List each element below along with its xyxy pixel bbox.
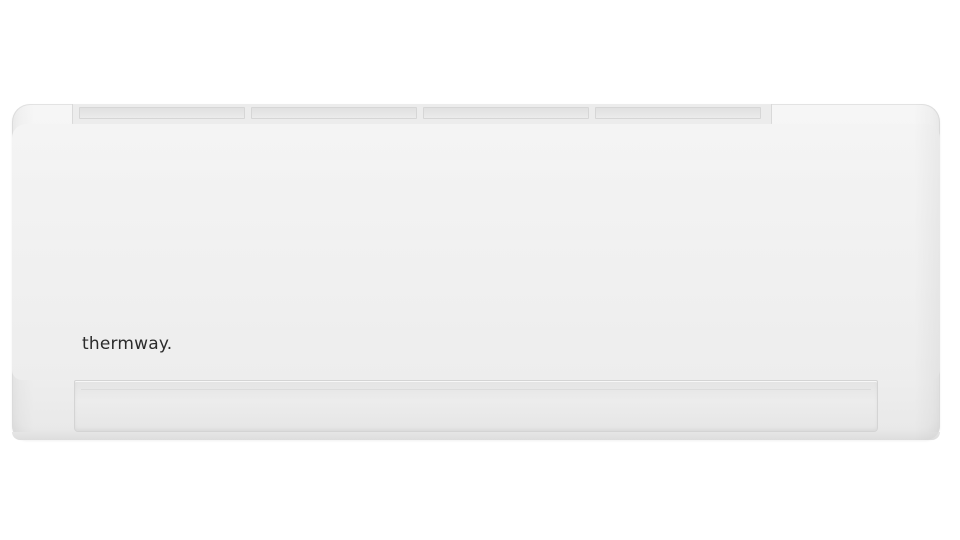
grille-slot xyxy=(423,107,589,119)
grille-slot xyxy=(79,107,245,119)
grille-slot xyxy=(595,107,761,119)
brand-logo: thermway. xyxy=(82,334,173,354)
front-panel: thermway. xyxy=(12,124,940,380)
louver-edge-line xyxy=(81,389,871,390)
grille-slot xyxy=(251,107,417,119)
air-conditioner-unit: thermway. xyxy=(12,104,940,440)
product-image: thermway. xyxy=(0,0,960,540)
top-air-intake-grille xyxy=(72,104,772,126)
air-outlet-louver xyxy=(74,380,878,432)
bottom-lip xyxy=(12,432,940,440)
